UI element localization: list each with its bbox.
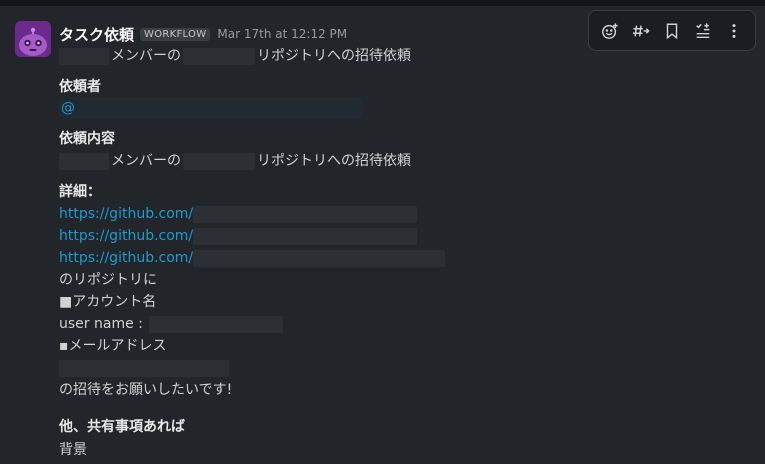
bookmark-icon — [666, 23, 678, 39]
channel-share-icon — [633, 25, 650, 36]
title-suffix: メンバーの — [111, 48, 181, 64]
message-actions-toolbar — [588, 10, 756, 51]
task-list-icon — [695, 22, 710, 38]
redacted-text — [183, 47, 255, 65]
add-to-list-button[interactable] — [690, 18, 716, 44]
redacted-text — [193, 227, 418, 245]
redacted-text — [59, 152, 109, 170]
content-suffix: メンバーの — [111, 153, 181, 169]
share-to-channel-button[interactable] — [628, 18, 654, 44]
workflow-badge: WORKFLOW — [140, 27, 211, 41]
email-line — [59, 358, 229, 378]
requester-heading: 依頼者 — [59, 79, 101, 95]
username-line: user name : — [59, 314, 283, 334]
account-heading: ■アカウント名 — [59, 294, 157, 310]
more-icon — [732, 23, 736, 38]
avatar[interactable] — [15, 21, 51, 57]
content-line: メンバーの リポジトリへの招待依頼 — [59, 151, 411, 171]
title-tail: リポジトリへの招待依頼 — [257, 48, 411, 64]
redacted-text — [148, 315, 283, 333]
content-tail: リポジトリへの招待依頼 — [257, 153, 411, 169]
message-header: タスク依頼 WORKFLOW Mar 17th at 12:12 PM — [59, 24, 347, 44]
closing-line: の招待をお願いしたいです! — [59, 382, 233, 398]
timestamp[interactable]: Mar 17th at 12:12 PM — [217, 27, 347, 41]
link-line: https://github.com/ — [59, 248, 446, 268]
redacted-text — [59, 47, 109, 65]
link-line: https://github.com/ — [59, 226, 418, 246]
add-reaction-button[interactable] — [597, 18, 623, 44]
repo-line: のリポジトリに — [59, 272, 157, 288]
title-line: メンバーの リポジトリへの招待依頼 — [59, 46, 411, 66]
github-link[interactable]: https://github.com/ — [59, 250, 193, 266]
content-heading: 依頼内容 — [59, 131, 115, 147]
link-line: https://github.com/ — [59, 204, 418, 224]
add-reaction-icon — [602, 22, 619, 39]
other-heading: 他、共有事項あれば — [59, 419, 185, 435]
redacted-text — [193, 205, 418, 223]
email-heading: ▪メールアドレス — [59, 338, 167, 354]
background-label: 背景 — [59, 442, 87, 458]
requester-mention[interactable]: @ — [59, 97, 362, 119]
username-label: user name : — [59, 316, 143, 332]
sender-name[interactable]: タスク依頼 — [59, 24, 134, 45]
github-link[interactable]: https://github.com/ — [59, 206, 193, 222]
github-link[interactable]: https://github.com/ — [59, 228, 193, 244]
details-heading: 詳細： — [59, 184, 101, 200]
robot-avatar-icon — [15, 21, 51, 57]
redacted-text — [59, 359, 229, 377]
redacted-text — [183, 152, 255, 170]
more-actions-button[interactable] — [721, 18, 747, 44]
save-message-button[interactable] — [659, 18, 685, 44]
redacted-text — [193, 249, 446, 267]
